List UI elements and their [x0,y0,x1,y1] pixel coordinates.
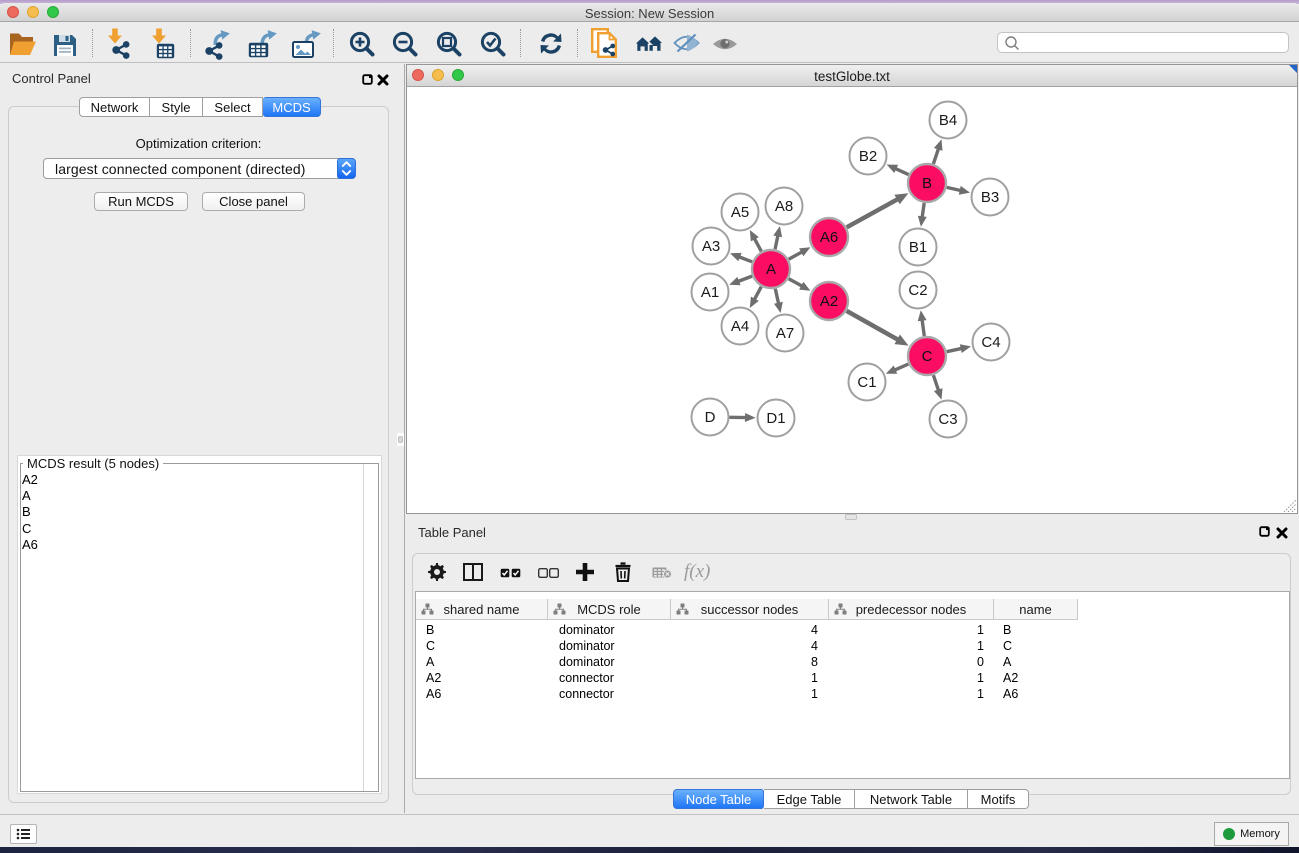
svg-text:D1: D1 [766,410,785,427]
svg-text:B4: B4 [939,112,957,129]
svg-text:A: A [766,261,776,278]
svg-text:B: B [922,175,932,192]
svg-text:B2: B2 [859,148,877,165]
svg-text:A7: A7 [776,325,794,342]
svg-text:A3: A3 [702,238,720,255]
svg-text:D: D [705,409,716,426]
svg-text:A4: A4 [731,318,749,335]
svg-text:C2: C2 [908,282,927,299]
svg-text:A5: A5 [731,204,749,221]
svg-text:B3: B3 [981,189,999,206]
svg-text:A8: A8 [775,198,793,215]
svg-text:C4: C4 [981,334,1000,351]
svg-text:A6: A6 [820,229,838,246]
svg-text:A2: A2 [820,293,838,310]
svg-text:C3: C3 [938,411,957,428]
svg-text:A1: A1 [701,284,719,301]
svg-text:B1: B1 [909,239,927,256]
svg-text:C1: C1 [857,374,876,391]
svg-text:C: C [922,348,933,365]
